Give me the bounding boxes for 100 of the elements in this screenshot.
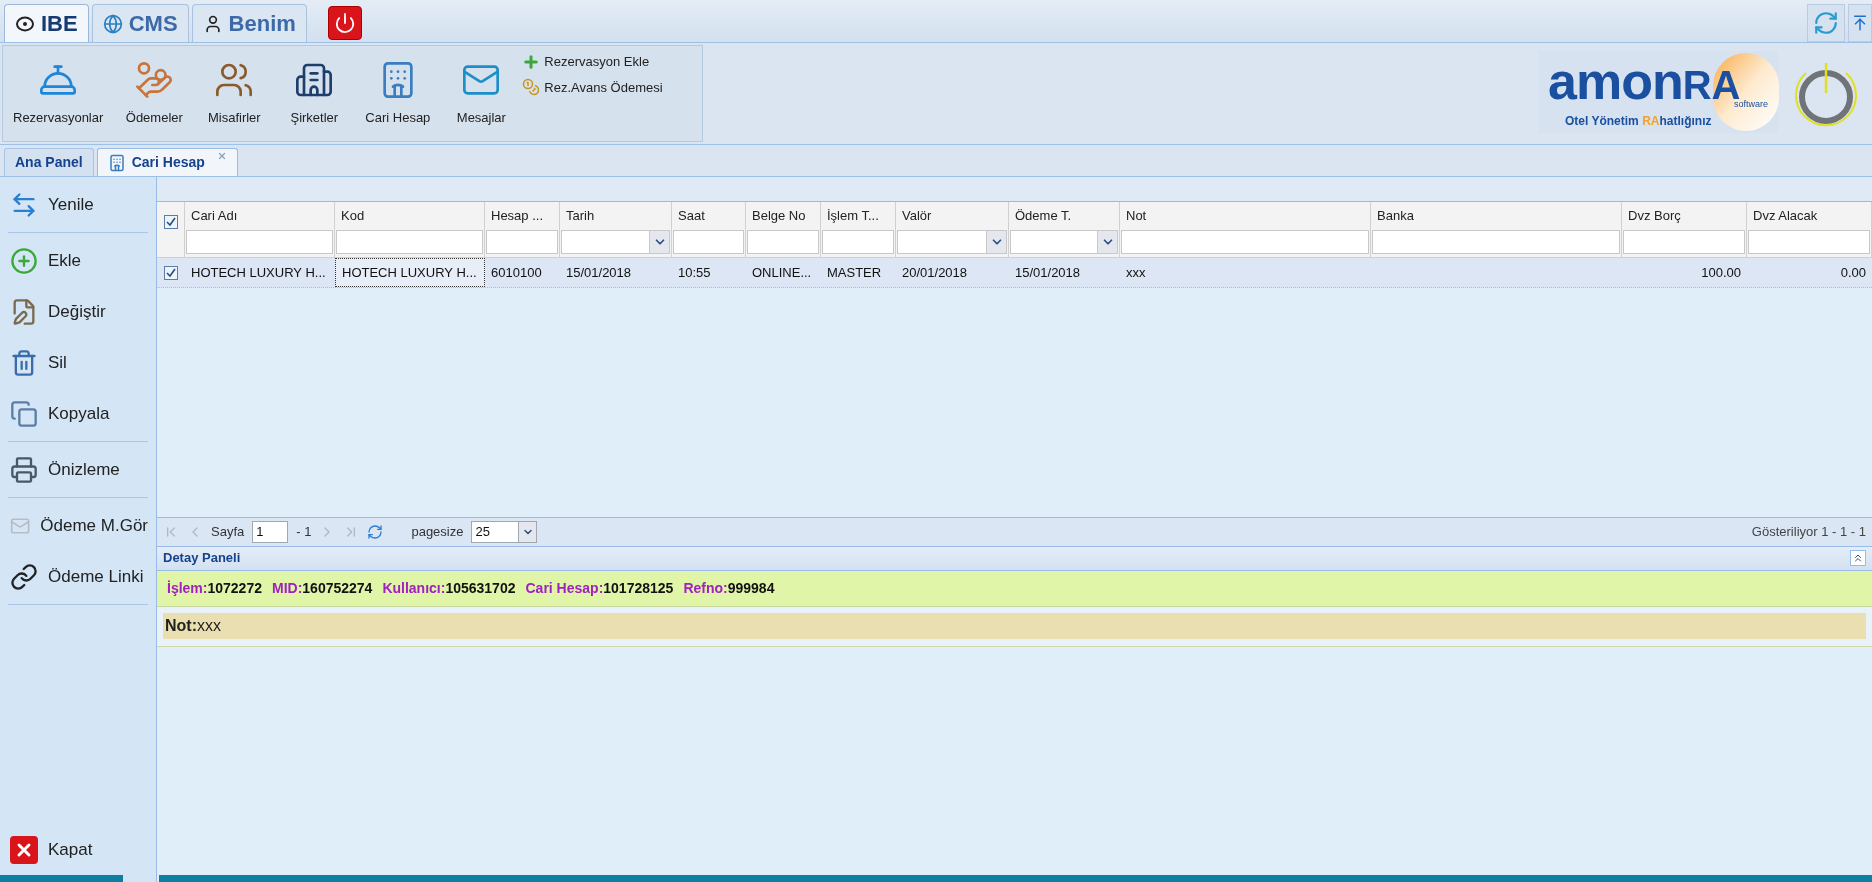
plus-circle-icon bbox=[10, 246, 38, 275]
detail-title: Detay Paneli bbox=[163, 549, 241, 568]
filter-field[interactable] bbox=[747, 230, 819, 254]
filter-field[interactable] bbox=[1748, 230, 1870, 254]
printer-icon bbox=[10, 455, 38, 484]
filter-field[interactable] bbox=[822, 230, 894, 254]
column-header[interactable]: Saat bbox=[672, 202, 745, 230]
column-header[interactable]: Cari Adı bbox=[185, 202, 334, 230]
table-cell-text: 100.00 bbox=[1700, 263, 1742, 282]
filter-field[interactable] bbox=[1372, 230, 1620, 254]
table-cell-text: 10:55 bbox=[677, 263, 712, 282]
table-cell: HOTECH LUXURY H... bbox=[335, 258, 485, 287]
refresh-button[interactable] bbox=[1807, 4, 1845, 42]
column-header[interactable]: Banka bbox=[1371, 202, 1621, 230]
table-cell-text: xxx bbox=[1125, 263, 1147, 282]
detail-field: Cari Hesap:101728125 bbox=[525, 577, 674, 599]
pagesize-select[interactable]: 25 bbox=[471, 520, 538, 543]
sidebar-item[interactable]: Ödeme M.Gör bbox=[8, 500, 148, 551]
checkbox[interactable] bbox=[164, 265, 178, 280]
sidebar-item[interactable]: Ödeme Linki bbox=[8, 551, 148, 602]
ribbon-button[interactable]: Misafirler bbox=[199, 52, 270, 128]
detail-field: Refno:999984 bbox=[683, 577, 775, 599]
dropdown-button[interactable] bbox=[1097, 231, 1117, 253]
column-header[interactable]: Dvz Alacak bbox=[1747, 202, 1871, 230]
table-cell-text: MASTER bbox=[826, 263, 883, 282]
plus-icon bbox=[522, 52, 541, 71]
column-header[interactable]: Ödeme T. bbox=[1009, 202, 1119, 230]
filter-field[interactable] bbox=[673, 230, 744, 254]
table-cell-text: 20/01/2018 bbox=[901, 263, 969, 282]
table-cell-text: ONLINE... bbox=[751, 263, 813, 282]
detail-field: Kullanıcı:105631702 bbox=[382, 577, 516, 599]
column-header[interactable]: Not bbox=[1120, 202, 1370, 230]
link-icon bbox=[10, 562, 38, 591]
close-icon[interactable] bbox=[216, 151, 227, 161]
dropdown-button[interactable] bbox=[649, 231, 669, 253]
ribbon-button[interactable]: Şirketler bbox=[279, 52, 350, 128]
ribbon-button[interactable]: Ödemeler bbox=[119, 52, 190, 128]
globe-icon bbox=[102, 13, 123, 34]
upload-button[interactable] bbox=[1848, 4, 1872, 42]
hotel-icon bbox=[107, 153, 126, 172]
ribbon-button[interactable]: Cari Hesap bbox=[359, 52, 437, 128]
sidebar-item[interactable]: Ekle bbox=[8, 235, 148, 286]
collapse-icon bbox=[1852, 552, 1864, 564]
power-button[interactable] bbox=[327, 6, 362, 40]
detail-field: MID:160752274 bbox=[272, 577, 373, 599]
column-header[interactable]: İşlem T... bbox=[821, 202, 895, 230]
page-field[interactable]: 1 bbox=[252, 520, 289, 543]
filter-field[interactable] bbox=[561, 230, 670, 254]
table-cell-text: 15/01/2018 bbox=[565, 263, 633, 282]
column-header[interactable]: Kod bbox=[335, 202, 484, 230]
hand-coins-icon bbox=[134, 60, 175, 100]
app-tab[interactable]: Benim bbox=[191, 4, 307, 42]
copy-icon bbox=[10, 399, 38, 428]
page-total: - 1 bbox=[296, 522, 312, 541]
logo-word: amon bbox=[1548, 55, 1683, 107]
refresh-icon bbox=[367, 523, 384, 540]
table-cell-text: 0.00 bbox=[1839, 263, 1867, 282]
grid-row[interactable]: HOTECH LUXURY H... HOTECH LUXURY H... 6010100 15/01/2018 10:55 ONLINE... MASTER 20/01/2018 15/01/2018 xxx 100.00 0.00 bbox=[157, 258, 1872, 288]
page-tab[interactable]: Ana Panel bbox=[4, 148, 94, 176]
page-tab[interactable]: Cari Hesap bbox=[96, 148, 238, 176]
upload-icon bbox=[1851, 14, 1869, 32]
ribbon-button[interactable]: Mesajlar bbox=[446, 52, 517, 128]
trash-icon bbox=[10, 348, 38, 377]
column-header[interactable]: Valör bbox=[896, 202, 1008, 230]
sidebar-item[interactable]: Yenile bbox=[8, 179, 148, 230]
column-header[interactable]: Belge No bbox=[746, 202, 820, 230]
filter-field[interactable] bbox=[336, 230, 483, 254]
ribbon-link[interactable]: Rez.Avans Ödemesi bbox=[522, 77, 663, 97]
sidebar-item[interactable]: Kopyala bbox=[8, 388, 148, 439]
sidebar-item[interactable]: Önizleme bbox=[8, 444, 148, 495]
ribbon-link[interactable]: Rezervasyon Ekle bbox=[522, 52, 663, 72]
filter-field[interactable] bbox=[897, 230, 1007, 254]
app-tab[interactable]: CMS bbox=[91, 4, 189, 42]
power-icon bbox=[333, 12, 356, 34]
checkbox[interactable] bbox=[163, 215, 178, 229]
filter-field[interactable] bbox=[186, 230, 333, 254]
sidebar-item[interactable]: Sil bbox=[8, 337, 148, 388]
page-label: Sayfa bbox=[211, 522, 245, 541]
note-text: Not:xxx bbox=[163, 613, 1866, 639]
close-item[interactable]: Kapat bbox=[0, 825, 156, 875]
pagesize-label: pagesize bbox=[411, 522, 464, 541]
table-cell-text: 15/01/2018 bbox=[1014, 263, 1082, 282]
filter-field[interactable] bbox=[486, 230, 558, 254]
pager-status: Gösteriliyor 1 - 1 - 1 bbox=[1751, 522, 1866, 541]
filter-field[interactable] bbox=[1121, 230, 1369, 254]
column-header[interactable]: Hesap ... bbox=[485, 202, 559, 230]
table-cell-text: HOTECH LUXURY H... bbox=[190, 263, 327, 282]
app-tab[interactable]: IBE bbox=[4, 4, 89, 42]
ribbon-button[interactable]: Rezervasyonlar bbox=[7, 52, 110, 128]
detail-field: İşlem:1072272 bbox=[167, 577, 262, 599]
column-header[interactable]: Dvz Borç bbox=[1622, 202, 1746, 230]
filter-field[interactable] bbox=[1623, 230, 1745, 254]
filter-field[interactable] bbox=[1010, 230, 1118, 254]
logo-small-text: software bbox=[1734, 100, 1768, 109]
sidebar-item[interactable]: Değiştir bbox=[8, 286, 148, 337]
collapse-button[interactable] bbox=[1850, 550, 1866, 566]
logo-tagline: Otel Yönetim RAhatlığınız bbox=[1565, 113, 1712, 130]
column-header[interactable]: Tarih bbox=[560, 202, 671, 230]
dropdown-button[interactable] bbox=[986, 231, 1006, 253]
refresh-button[interactable] bbox=[367, 523, 384, 540]
